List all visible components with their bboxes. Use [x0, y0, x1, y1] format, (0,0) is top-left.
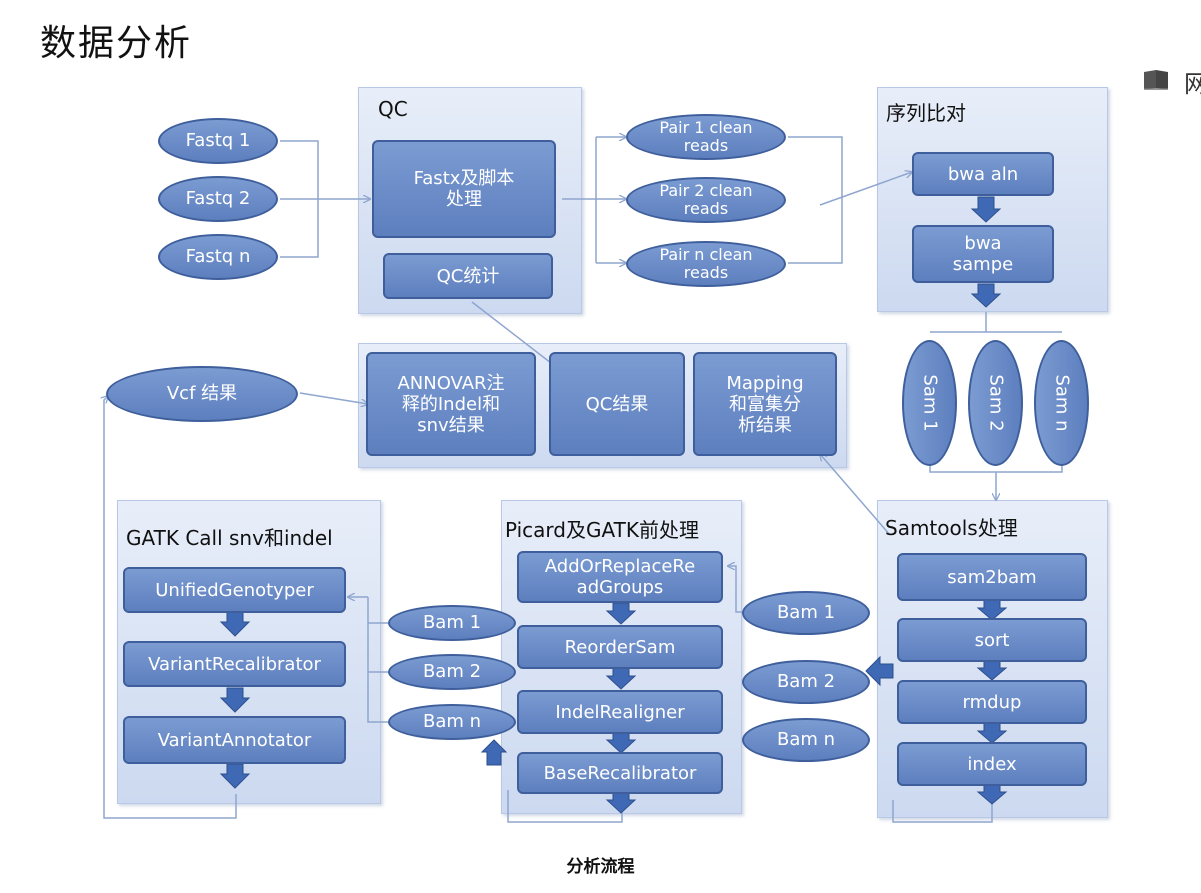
add-read-groups-node: AddOrReplaceRe adGroups: [517, 551, 723, 603]
pair-n-clean-reads-node: Pair n clean reads: [626, 241, 786, 287]
fastx-node: Fastx及脚本 处理: [372, 140, 556, 238]
samtools-loop: [892, 800, 993, 823]
qc-result-node: QC结果: [549, 352, 685, 456]
base-recalibrator-node: BaseRecalibrator: [517, 752, 723, 794]
variant-recalibrator-node: VariantRecalibrator: [123, 641, 346, 687]
arrow-sampe-out: [970, 283, 1002, 308]
arrow-add-reorder: [605, 602, 637, 625]
qc-title: QC: [378, 97, 408, 121]
arrow-sort-rmdup: [976, 659, 1008, 681]
alignment-title: 序列比对: [886, 101, 966, 125]
annovar-result-node: ANNOVAR注 释的Indel和 snv结果: [366, 352, 536, 456]
pair-2-clean-reads-node: Pair 2 clean reads: [626, 177, 786, 223]
vcf-to-results: [299, 392, 368, 404]
arrow-up-into-indel: [480, 739, 508, 766]
picard-loop: [507, 790, 623, 823]
arrow-vr-va: [219, 687, 251, 713]
index-node: index: [897, 742, 1087, 786]
bam-n-left-node: Bam n: [388, 704, 516, 740]
sort-node: sort: [897, 618, 1087, 662]
gatk-title: GATK Call snv和indel: [126, 526, 333, 550]
picard-title: Picard及GATK前处理: [505, 518, 699, 542]
bam-1-right-node: Bam 1: [742, 591, 870, 635]
bam-2-left-node: Bam 2: [388, 654, 516, 690]
sam-2-node: Sam 2: [968, 340, 1023, 466]
pair-1-clean-reads-node: Pair 1 clean reads: [626, 114, 786, 160]
fastq-bracket: [280, 140, 319, 258]
arrow-rmdup-index: [976, 722, 1008, 744]
arrow-index-out: [976, 783, 1008, 805]
qc-stats-node: QC统计: [383, 253, 553, 299]
bwa-aln-node: bwa aln: [912, 152, 1054, 196]
sam-n-node: Sam n: [1034, 340, 1089, 466]
fastq-n-node: Fastq n: [158, 234, 278, 280]
arrow-sam2bam-sort: [976, 599, 1008, 621]
reads-to-bwa: [819, 172, 912, 206]
arrow-ug-vr: [219, 611, 251, 637]
indel-realigner-node: IndelRealigner: [517, 690, 723, 734]
bam-right-bracket: [728, 566, 742, 613]
arrow-base-out: [605, 791, 637, 814]
figure-caption: 分析流程: [566, 857, 635, 877]
sam-2-label: Sam 2: [985, 374, 1006, 432]
reorder-sam-node: ReorderSam: [517, 625, 723, 669]
arrow-reorder-indel: [605, 667, 637, 690]
mapping-result-node: Mapping 和富集分 析结果: [693, 352, 837, 456]
sam-1-node: Sam 1: [902, 340, 957, 466]
arrow-va-out: [219, 763, 251, 789]
bwa-sampe-node: bwa sampe: [912, 225, 1054, 283]
vcf-result-node: Vcf 结果: [106, 366, 298, 422]
bam-1-left-node: Bam 1: [388, 605, 516, 641]
bam-left-bracket: [367, 622, 388, 723]
fastq-1-node: Fastq 1: [158, 118, 278, 164]
samtools-title: Samtools处理: [885, 516, 1018, 540]
variant-annotator-node: VariantAnnotator: [123, 716, 346, 764]
fastq-2-node: Fastq 2: [158, 176, 278, 222]
bam-2-right-node: Bam 2: [742, 660, 870, 704]
arrow-to-bam2: [865, 655, 894, 687]
sam-n-label: Sam n: [1051, 374, 1072, 432]
sam2bam-node: sam2bam: [897, 553, 1087, 601]
bam-n-right-node: Bam n: [742, 718, 870, 762]
samtools-to-results: [820, 454, 891, 536]
arrow-indel-base: [605, 731, 637, 754]
arrow-aln-sampe: [970, 196, 1002, 223]
rmdup-node: rmdup: [897, 680, 1087, 724]
unified-genotyper-node: UnifiedGenotyper: [123, 567, 346, 613]
sam-1-label: Sam 1: [919, 374, 940, 432]
